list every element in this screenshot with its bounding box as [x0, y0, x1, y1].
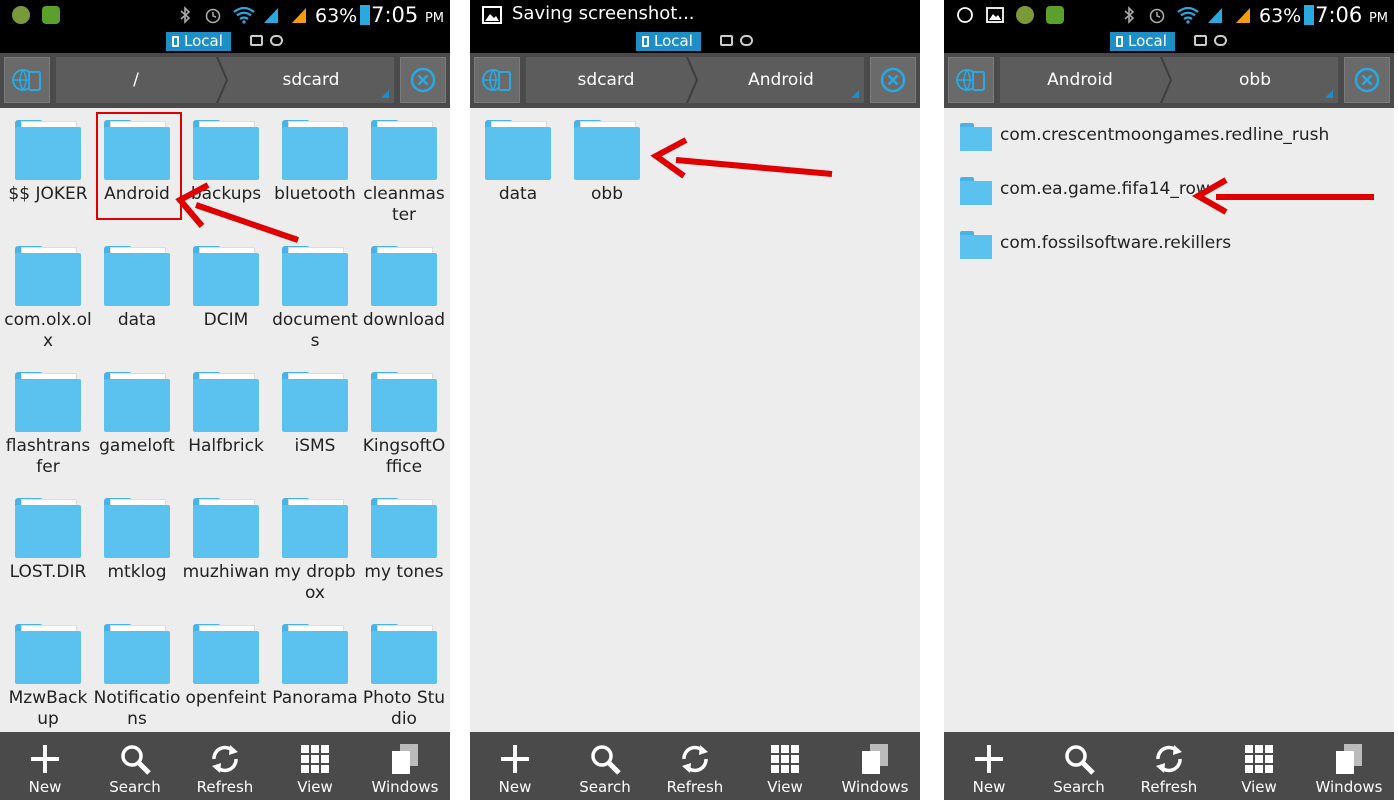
- view-label: View: [1241, 778, 1277, 796]
- view-button[interactable]: View: [1214, 732, 1304, 800]
- windows-stack-icon: [1332, 742, 1366, 776]
- refresh-label: Refresh: [666, 778, 724, 796]
- windows-stack-icon: [858, 742, 892, 776]
- windows-button[interactable]: Windows: [360, 732, 450, 800]
- red-arrow-annotation: [650, 137, 833, 179]
- search-icon: [588, 742, 622, 776]
- bottom-action-bar: New Search Refresh View Windows: [944, 732, 1394, 800]
- new-label: New: [498, 778, 532, 796]
- search-button[interactable]: Search: [1034, 732, 1124, 800]
- refresh-button[interactable]: Refresh: [650, 732, 740, 800]
- windows-label: Windows: [371, 778, 439, 796]
- windows-label: Windows: [1315, 778, 1383, 796]
- grid-view-icon: [298, 742, 332, 776]
- search-label: Search: [109, 778, 161, 796]
- view-label: View: [767, 778, 803, 796]
- refresh-icon: [208, 742, 242, 776]
- refresh-label: Refresh: [196, 778, 254, 796]
- new-button[interactable]: New: [0, 732, 90, 800]
- new-button[interactable]: New: [470, 732, 560, 800]
- file-manager-panel-2: Saving screenshot... Local sdcard Androi…: [470, 0, 920, 800]
- view-button[interactable]: View: [270, 732, 360, 800]
- search-label: Search: [579, 778, 631, 796]
- plus-icon: [28, 742, 62, 776]
- search-button[interactable]: Search: [90, 732, 180, 800]
- view-button[interactable]: View: [740, 732, 830, 800]
- plus-icon: [498, 742, 532, 776]
- grid-view-icon: [768, 742, 802, 776]
- file-manager-panel-1: 63% 7:05 PM Local / sdcard $$ JOKER Andro…: [0, 0, 450, 800]
- file-manager-panel-3: 63% 7:06 PM Local Android obb com.cresce…: [944, 0, 1394, 800]
- red-arrow-annotation: [175, 182, 299, 243]
- bottom-action-bar: New Search Refresh View Windows: [470, 732, 920, 800]
- search-button[interactable]: Search: [560, 732, 650, 800]
- refresh-icon: [1152, 742, 1186, 776]
- refresh-label: Refresh: [1140, 778, 1198, 796]
- refresh-button[interactable]: Refresh: [180, 732, 270, 800]
- refresh-icon: [678, 742, 712, 776]
- plus-icon: [972, 742, 1006, 776]
- red-arrow-annotation: [1191, 177, 1374, 215]
- view-label: View: [297, 778, 333, 796]
- windows-stack-icon: [388, 742, 422, 776]
- windows-button[interactable]: Windows: [1304, 732, 1394, 800]
- new-button[interactable]: New: [944, 732, 1034, 800]
- windows-button[interactable]: Windows: [830, 732, 920, 800]
- search-label: Search: [1053, 778, 1105, 796]
- refresh-button[interactable]: Refresh: [1124, 732, 1214, 800]
- windows-label: Windows: [841, 778, 909, 796]
- new-label: New: [972, 778, 1006, 796]
- grid-view-icon: [1242, 742, 1276, 776]
- search-icon: [118, 742, 152, 776]
- new-label: New: [28, 778, 62, 796]
- bottom-action-bar: New Search Refresh View Windows: [0, 732, 450, 800]
- search-icon: [1062, 742, 1096, 776]
